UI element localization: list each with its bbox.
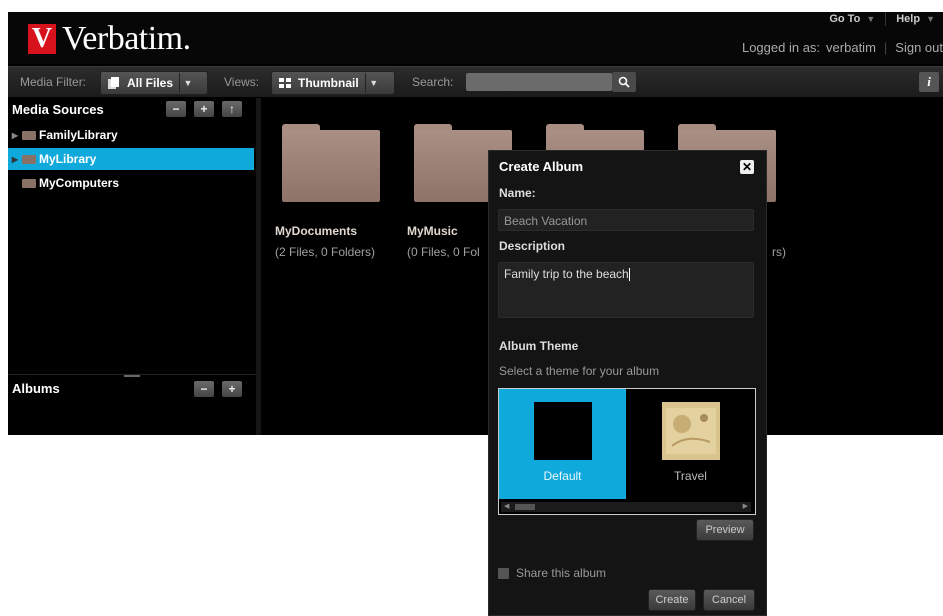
- files-icon: [108, 77, 119, 89]
- toolbar: Media Filter: All Files ▼ Views: Thumbna…: [8, 66, 943, 98]
- albums-title: Albums: [12, 381, 60, 396]
- remove-album-button[interactable]: −: [194, 381, 214, 397]
- theme-name: Travel: [674, 469, 707, 483]
- signout-link[interactable]: Sign out: [895, 40, 943, 55]
- theme-scrollbar[interactable]: ◀ ▶: [501, 502, 751, 512]
- info-button[interactable]: i: [919, 72, 939, 92]
- folder-info: (2 Files, 0 Folders): [275, 245, 376, 259]
- goto-label: Go To: [829, 13, 861, 25]
- theme-thumbnail: [534, 402, 592, 460]
- help-menu[interactable]: Help ▼: [886, 12, 935, 26]
- theme-thumbnail: [662, 402, 720, 460]
- scrollbar-thumb[interactable]: [515, 504, 535, 510]
- close-icon[interactable]: ✕: [740, 160, 754, 174]
- grid-icon: [279, 78, 291, 88]
- create-button[interactable]: Create: [648, 589, 696, 611]
- text-cursor: [628, 268, 630, 282]
- verbatim-logo: V Verbatim.: [28, 20, 191, 58]
- theme-option-default[interactable]: Default: [499, 389, 626, 499]
- views-label: Views:: [224, 75, 260, 89]
- user-status: Logged in as: verbatim | Sign out: [736, 40, 943, 55]
- tree-item-mycomputers[interactable]: MyComputers: [8, 172, 254, 194]
- share-option[interactable]: Share this album: [498, 566, 606, 580]
- logo-text: Verbatim.: [62, 20, 191, 57]
- chevron-down-icon: ▼: [926, 14, 935, 24]
- expand-arrow-icon[interactable]: ▶: [8, 155, 22, 164]
- divider: |: [883, 40, 888, 55]
- username: verbatim: [826, 40, 876, 55]
- theme-selector: Default Travel ◀ ▶: [498, 388, 756, 515]
- chevron-down-icon: ▼: [364, 73, 382, 93]
- tree-item-label: MyLibrary: [39, 152, 97, 166]
- search-button[interactable]: [612, 72, 636, 92]
- media-sources-title: Media Sources: [12, 102, 104, 117]
- album-name-input[interactable]: Beach Vacation: [498, 209, 754, 231]
- media-sources-header: Media Sources − + ↑: [8, 98, 256, 120]
- tree-item-mylibrary[interactable]: ▶ MyLibrary: [8, 148, 254, 170]
- albums-header: Albums − +: [8, 374, 256, 397]
- scroll-right-icon[interactable]: ▶: [743, 502, 748, 512]
- folder-icon: [22, 154, 36, 164]
- logged-in-label: Logged in as:: [741, 40, 821, 55]
- folder-icon: [22, 130, 36, 140]
- folder-info: rs): [772, 245, 786, 259]
- goto-menu[interactable]: Go To ▼: [819, 12, 887, 26]
- preview-button[interactable]: Preview: [696, 519, 754, 541]
- scroll-left-icon[interactable]: ◀: [504, 502, 509, 512]
- logo-mark: V: [28, 24, 56, 54]
- folder-icon[interactable]: [282, 124, 380, 202]
- tree-item-label: FamilyLibrary: [39, 128, 118, 142]
- media-filter-dropdown[interactable]: All Files ▼: [100, 71, 208, 95]
- top-nav: Go To ▼ Help ▼: [819, 12, 935, 26]
- views-value: Thumbnail: [298, 76, 359, 90]
- help-label: Help: [896, 13, 921, 25]
- remove-source-button[interactable]: −: [166, 101, 186, 117]
- theme-label: Album Theme: [499, 339, 579, 353]
- folder-name[interactable]: MyDocuments: [275, 224, 357, 238]
- search-icon: [618, 76, 630, 88]
- chevron-down-icon: ▼: [866, 14, 876, 24]
- search-input[interactable]: [466, 73, 612, 91]
- search-label: Search:: [412, 75, 454, 89]
- name-label: Name:: [499, 186, 536, 200]
- description-text: Family trip to the beach: [504, 267, 629, 281]
- theme-option-travel[interactable]: Travel: [627, 389, 754, 499]
- add-source-button[interactable]: +: [194, 101, 214, 117]
- folder-icon: [22, 178, 36, 188]
- dialog-title: Create Album: [499, 159, 584, 174]
- media-filter-value: All Files: [127, 76, 174, 90]
- views-dropdown[interactable]: Thumbnail ▼: [271, 71, 395, 95]
- create-album-dialog: Create Album ✕ Name: Beach Vacation Desc…: [488, 150, 767, 616]
- sidebar: Media Sources − + ↑ ▶ FamilyLibrary ▶ My…: [8, 98, 261, 435]
- move-up-button[interactable]: ↑: [222, 101, 242, 117]
- expand-arrow-icon[interactable]: ▶: [8, 131, 22, 140]
- media-filter-label: Media Filter:: [20, 75, 87, 89]
- theme-hint: Select a theme for your album: [499, 364, 660, 378]
- folder-name[interactable]: MyMusic: [407, 224, 458, 238]
- folder-info: (0 Files, 0 Fol: [407, 245, 480, 259]
- header: V Verbatim. Go To ▼ Help ▼ Logged in as: v…: [8, 12, 943, 64]
- add-album-button[interactable]: +: [222, 381, 242, 397]
- app-window: V Verbatim. Go To ▼ Help ▼ Logged in as: v…: [8, 12, 943, 435]
- tree-item-label: MyComputers: [39, 176, 120, 190]
- chevron-down-icon: ▼: [179, 73, 196, 93]
- theme-name: Default: [543, 469, 582, 483]
- share-checkbox[interactable]: [498, 567, 509, 579]
- tree-item-familylibrary[interactable]: ▶ FamilyLibrary: [8, 124, 254, 146]
- description-textarea[interactable]: Family trip to the beach: [498, 262, 754, 318]
- cancel-button[interactable]: Cancel: [703, 589, 755, 611]
- description-label: Description: [499, 239, 566, 253]
- share-label: Share this album: [516, 566, 607, 580]
